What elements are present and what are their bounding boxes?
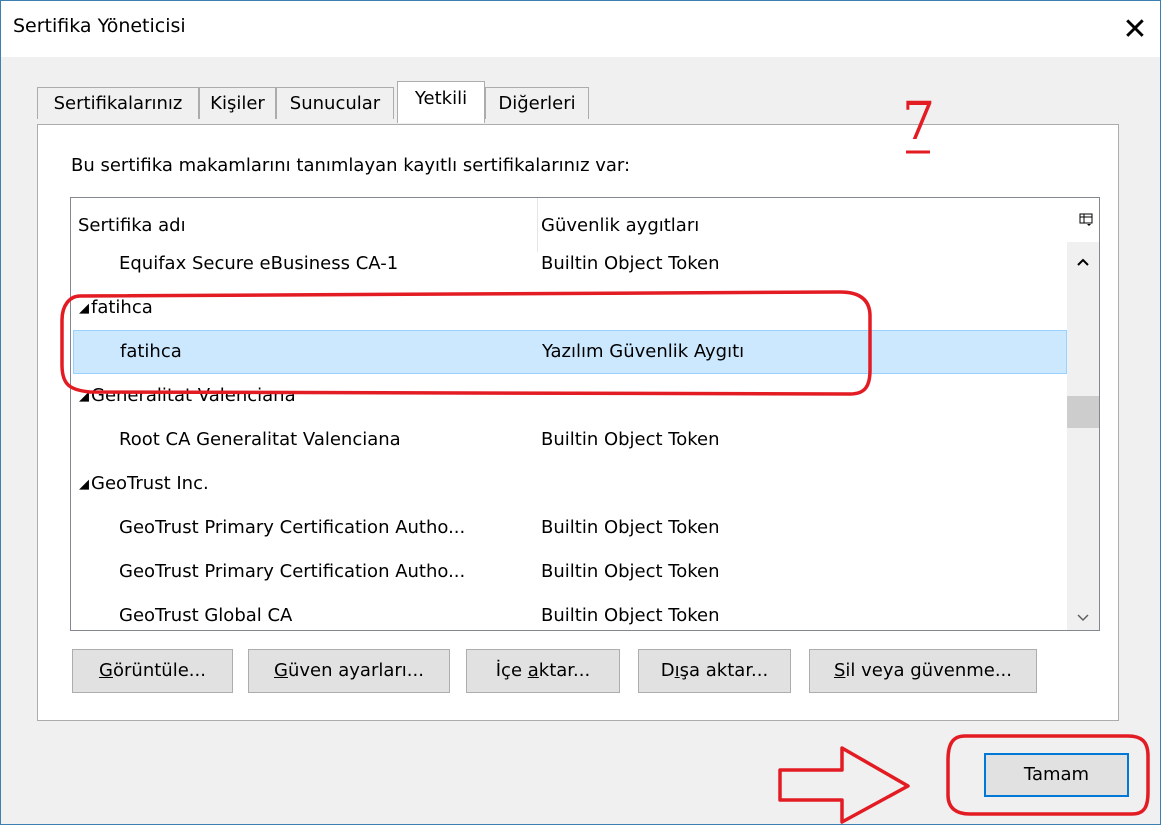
tree-rows: Equifax Secure eBusiness CA-1 Builtin Ob… <box>71 242 1067 630</box>
security-device: Builtin Object Token <box>541 561 720 582</box>
group-name: Generalitat Valenciana <box>91 385 296 406</box>
view-button[interactable]: Görüntüle... <box>72 649 233 693</box>
tab-others[interactable]: Diğerleri <box>485 87 589 119</box>
tree-row-selected[interactable]: fatihca Yazılım Güvenlik Aygıtı <box>73 330 1067 374</box>
tab-servers[interactable]: Sunucular <box>276 87 394 119</box>
expanded-triangle-icon[interactable]: ◢ <box>79 301 89 316</box>
scroll-up-icon[interactable] <box>1067 250 1099 274</box>
close-button[interactable]: ✕ <box>1110 1 1160 57</box>
group-name: GeoTrust Inc. <box>91 473 209 494</box>
certificate-name: Equifax Secure eBusiness CA-1 <box>119 253 399 274</box>
view-label-after: örüntüle... <box>113 660 206 681</box>
export-button[interactable]: Dışa aktar... <box>638 649 791 693</box>
group-name: fatihca <box>91 297 153 318</box>
tab-people[interactable]: Kişiler <box>199 87 276 119</box>
tab-your-certificates[interactable]: Sertifikalarınız <box>37 87 199 119</box>
title-bar: Sertifika Yöneticisi ✕ <box>1 1 1160 57</box>
close-icon: ✕ <box>1122 11 1148 47</box>
security-device: Builtin Object Token <box>541 605 720 626</box>
step-number-annotation: 7 <box>902 92 936 152</box>
import-button[interactable]: İçe aktar... <box>466 649 620 693</box>
tree-row[interactable]: Root CA Generalitat Valenciana Builtin O… <box>71 418 1067 462</box>
certificate-tree[interactable]: Sertifika adı Güvenlik aygıtları Equifax… <box>70 197 1100 631</box>
import-label-before: İçe <box>495 660 528 681</box>
security-device: Builtin Object Token <box>541 517 720 538</box>
delete-label-after: il veya güvenme... <box>845 660 1013 681</box>
window-title: Sertifika Yöneticisi <box>13 15 186 37</box>
certificate-name: Root CA Generalitat Valenciana <box>119 429 401 450</box>
security-device: Yazılım Güvenlik Aygıtı <box>542 341 745 362</box>
column-picker-icon[interactable] <box>1077 212 1095 234</box>
tree-row[interactable]: GeoTrust Global CA Builtin Object Token <box>71 594 1067 630</box>
security-device: Builtin Object Token <box>541 253 720 274</box>
certificate-name: GeoTrust Primary Certification Autho... <box>119 517 466 538</box>
certificate-name: GeoTrust Global CA <box>119 605 293 626</box>
export-label-before: D <box>660 660 675 681</box>
vertical-scrollbar[interactable] <box>1067 242 1099 630</box>
intro-text: Bu sertifika makamlarını tanımlayan kayı… <box>71 155 631 176</box>
delete-mnemonic: S <box>833 660 846 681</box>
tree-row[interactable]: GeoTrust Primary Certification Autho... … <box>71 550 1067 594</box>
tree-group-row[interactable]: ◢ fatihca <box>71 286 1067 330</box>
ok-button[interactable]: Tamam <box>984 753 1129 797</box>
certificate-manager-window: Sertifika Yöneticisi ✕ Sertifikalarınız … <box>0 0 1161 825</box>
delete-or-distrust-button[interactable]: Sil veya güvenme... <box>809 649 1037 693</box>
tab-authorities[interactable]: Yetkili <box>397 81 485 123</box>
authorities-panel: Bu sertifika makamlarını tanımlayan kayı… <box>37 124 1119 721</box>
tree-row[interactable]: GeoTrust Primary Certification Autho... … <box>71 506 1067 550</box>
tree-row[interactable]: Equifax Secure eBusiness CA-1 Builtin Ob… <box>71 242 1067 286</box>
column-header-name[interactable]: Sertifika adı <box>78 215 186 236</box>
certificate-name: GeoTrust Primary Certification Autho... <box>119 561 466 582</box>
trust-settings-button[interactable]: Güven ayarları... <box>248 649 450 693</box>
expanded-triangle-icon[interactable]: ◢ <box>79 477 89 492</box>
trust-mnemonic: G <box>274 660 288 681</box>
import-label-after: ktar... <box>538 660 591 681</box>
tree-group-row[interactable]: ◢ GeoTrust Inc. <box>71 462 1067 506</box>
certificate-name: fatihca <box>120 341 182 362</box>
column-header-device[interactable]: Güvenlik aygıtları <box>541 215 699 236</box>
expanded-triangle-icon[interactable]: ◢ <box>79 389 89 404</box>
scrollbar-thumb[interactable] <box>1067 396 1099 428</box>
trust-label-after: üven ayarları... <box>287 660 424 681</box>
export-label-after: şa aktar... <box>679 660 769 681</box>
security-device: Builtin Object Token <box>541 429 720 450</box>
import-mnemonic: a <box>527 660 539 681</box>
tree-group-row[interactable]: ◢ Generalitat Valenciana <box>71 374 1067 418</box>
view-mnemonic: G <box>99 660 113 681</box>
scroll-down-icon[interactable] <box>1067 606 1099 630</box>
